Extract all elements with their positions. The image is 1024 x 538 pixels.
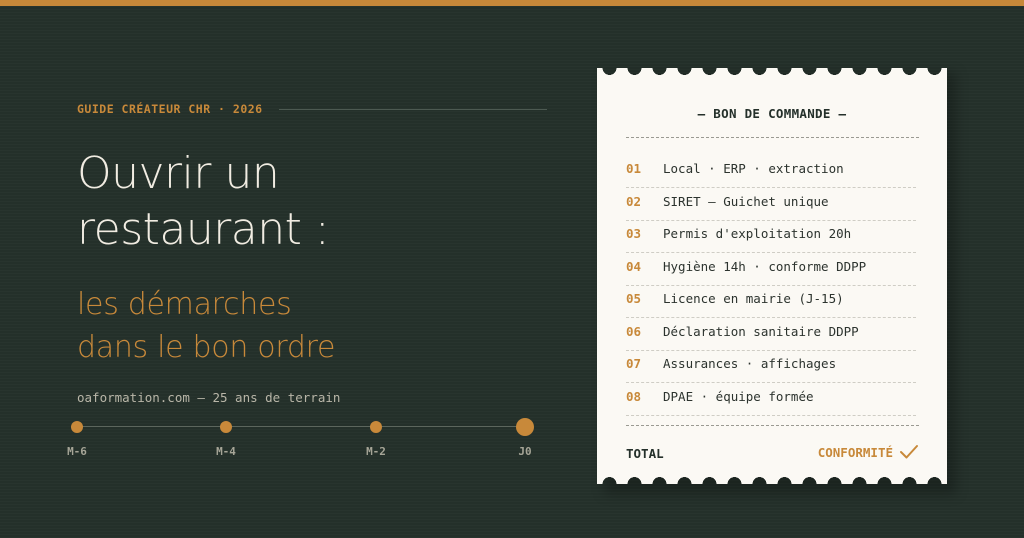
receipt-item-text: Déclaration sanitaire DDPP bbox=[663, 323, 859, 339]
receipt-item: 01 Local · ERP · extraction bbox=[626, 155, 916, 188]
receipt-heading: — BON DE COMMANDE — bbox=[697, 106, 847, 121]
timeline-dot-m4 bbox=[220, 421, 232, 433]
timeline-label-m4: M-4 bbox=[216, 445, 236, 458]
receipt-item-number: 04 bbox=[626, 258, 642, 274]
timeline-label-j0: J0 bbox=[518, 445, 532, 458]
receipt-item-text: Permis d'exploitation 20h bbox=[663, 226, 852, 241]
timeline-label-m6: M-6 bbox=[67, 445, 87, 458]
receipt-item-number: 01 bbox=[626, 161, 642, 176]
subtitle-line-1: les démarches bbox=[77, 287, 292, 322]
receipt-total-label: TOTAL bbox=[626, 446, 664, 461]
receipt-item-text: Hygiène 14h · conforme DDPP bbox=[663, 258, 867, 274]
receipt-item: 03 Permis d'exploitation 20h bbox=[626, 220, 916, 253]
site-tagline: oaformation.com — 25 ans de terrain bbox=[77, 390, 341, 405]
receipt-item-number: 03 bbox=[626, 226, 642, 241]
title-line-2: restaurant : bbox=[77, 204, 330, 255]
checkmark-icon bbox=[900, 445, 918, 459]
subtitle-line-2: dans le bon ordre bbox=[77, 330, 336, 365]
receipt-item-text: SIRET — Guichet unique bbox=[663, 193, 829, 209]
receipt-item: 05 Licence en mairie (J-15) bbox=[626, 285, 916, 318]
receipt-item-text: DPAE · équipe formée bbox=[663, 388, 814, 404]
title-line-1: Ouvrir un bbox=[77, 148, 280, 199]
receipt-divider-bottom bbox=[626, 425, 919, 426]
receipt-divider-top bbox=[626, 137, 919, 138]
receipt-item: 04 Hygiène 14h · conforme DDPP bbox=[626, 253, 916, 286]
page-subtitle: les démarches dans le bon ordre bbox=[77, 283, 335, 369]
receipt-item-number: 05 bbox=[626, 291, 642, 306]
receipt-card: — BON DE COMMANDE — 01 Local · ERP · ext… bbox=[597, 68, 947, 484]
eyebrow-label: GUIDE CRÉATEUR CHR · 2026 bbox=[77, 102, 263, 116]
eyebrow-divider bbox=[278, 108, 547, 110]
receipt-item: 02 SIRET — Guichet unique bbox=[626, 188, 916, 221]
timeline-dot-m6 bbox=[71, 421, 83, 433]
receipt-item: 06 Déclaration sanitaire DDPP bbox=[626, 318, 916, 351]
receipt-item: 07 Assurances · affichages bbox=[626, 350, 916, 383]
timeline-label-m2: M-2 bbox=[366, 445, 386, 458]
receipt-item-text: Local · ERP · extraction bbox=[663, 161, 844, 176]
receipt-status: CONFORMITÉ bbox=[818, 444, 919, 460]
timeline-dot-m2 bbox=[370, 421, 382, 433]
page-title: Ouvrir un restaurant : bbox=[77, 146, 330, 258]
receipt-item: 08 DPAE · équipe formée bbox=[626, 383, 916, 416]
receipt-status-label: CONFORMITÉ bbox=[817, 444, 893, 460]
timeline-dot-j0 bbox=[516, 418, 534, 436]
receipt-item-number: 02 bbox=[626, 193, 642, 209]
eyebrow: GUIDE CRÉATEUR CHR · 2026 bbox=[77, 100, 547, 118]
top-accent-bar bbox=[0, 0, 1024, 6]
receipt-item-number: 08 bbox=[626, 388, 642, 404]
receipt-item-number: 07 bbox=[626, 356, 642, 371]
receipt-item-number: 06 bbox=[626, 323, 642, 339]
receipt-item-text: Assurances · affichages bbox=[663, 356, 837, 371]
timeline-line bbox=[77, 426, 525, 427]
receipt-item-text: Licence en mairie (J-15) bbox=[663, 291, 844, 306]
